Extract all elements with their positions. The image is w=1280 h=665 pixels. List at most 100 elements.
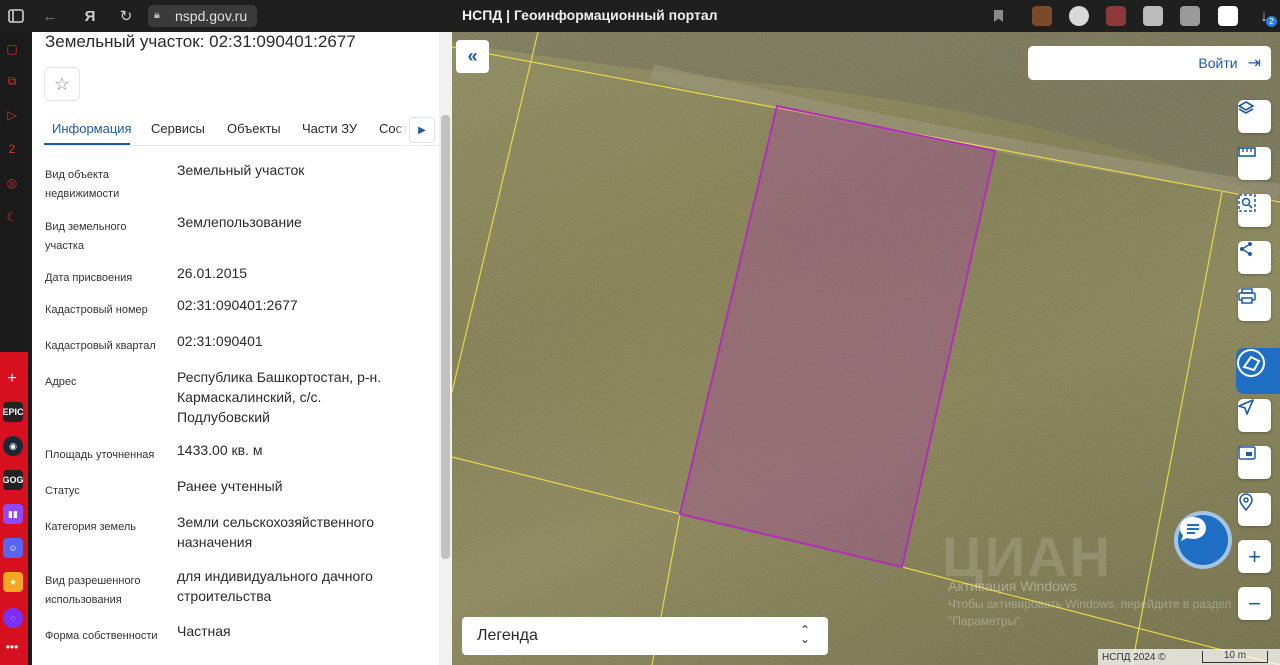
more-icon[interactable]: ••• [3,638,21,656]
alice-icon[interactable]: ◌ [3,608,23,628]
pkk-logo-icon [1237,349,1265,377]
menu-icon[interactable] [6,6,26,26]
tab-parts[interactable]: Части ЗУ [302,121,357,136]
attribute-value: Земли сельскохозяйственного назначения [177,514,375,550]
copyright-label: НСПД 2024 © [1102,651,1166,663]
reload-icon[interactable]: ↻ [116,6,136,26]
extension-icon-6[interactable] [1218,6,1238,26]
attribute-label: Категория земель [45,521,136,533]
ruler-icon [1238,147,1256,157]
extension-icon-2[interactable] [1069,6,1089,26]
browser-sidebar: ▢ ⧉ ▷ 2 ◎ ☾ + EPIC ◉ GOG ▮▮ ☺ ★ ◌ ••• [0,32,28,665]
star-icon: ☆ [53,73,71,94]
twitch-icon[interactable]: ▮▮ [3,504,23,524]
tabs-icon[interactable]: ▢ [3,40,21,58]
page-title: НСПД | Геоинформационный портал [462,7,718,23]
tabs-scroll-right-button[interactable]: ▶ [409,117,435,143]
notes-icon[interactable]: 2 [3,140,21,158]
basemap-icon [1238,446,1256,460]
attribute-value: для индивидуального дачного строительств… [177,568,373,604]
attribute-value: Землепользование [177,214,302,230]
minus-icon: − [1248,590,1261,616]
area-select-button[interactable] [1238,194,1271,227]
map-layer [452,32,1280,665]
video-icon[interactable]: ▷ [3,106,21,124]
lock-icon: 🔒︎ [154,9,160,21]
legend-selector[interactable]: Легенда ⌃ ⌄ [462,617,828,655]
login-button[interactable]: Войти ⇥ [1028,46,1271,80]
attribute-label: Статус [45,485,80,497]
collections-icon[interactable]: ⧉ [3,72,21,90]
find-location-button[interactable] [1238,493,1271,526]
address-url: nspd.gov.ru [175,8,248,24]
attribute-label: Дата присвоения [45,272,133,284]
map-view[interactable]: ЦИАН Активация Windows Чтобы активироват… [452,32,1280,665]
attribute-value: Частная [177,623,231,639]
chat-icon [1180,517,1206,541]
attribute-value: 02:31:090401 [177,333,263,349]
double-chevron-left-icon: « [467,46,478,66]
downloads-icon[interactable]: ↓ 2 [1254,6,1277,27]
ruler-button[interactable] [1238,147,1271,180]
panel-scrollbar-thumb[interactable] [441,115,450,559]
login-label: Войти [1198,55,1238,71]
address-bar[interactable]: 🔒︎ nspd.gov.ru [148,5,257,27]
tab-information[interactable]: Информация [52,121,132,136]
attribute-value: Республика Башкортостан, р-н. Кармаскали… [177,369,382,425]
attribute-label: Площадь уточненная [45,449,155,461]
discord-icon[interactable]: ☺ [3,538,23,558]
layers-icon [1238,101,1254,114]
back-icon[interactable]: ← [40,6,60,26]
collapse-panel-button[interactable]: « [456,40,489,73]
downloads-badge: 2 [1266,16,1277,27]
share-icon [1240,242,1252,256]
plus-icon: + [1248,543,1261,569]
attribute-label: Форма собственности [45,630,158,642]
game-icon[interactable]: ★ [3,572,23,592]
pkk-service-button[interactable] [1236,348,1280,394]
attribute-value: 02:31:090401:2677 [177,297,298,313]
attribute-label: Кадастровый квартал [45,340,156,352]
windows-watermark-settings: "Параметры". [948,614,1024,628]
navigation-arrow-icon [1238,399,1254,415]
gog-icon[interactable]: GOG [3,470,24,490]
attribute-label: Кадастровый номер [45,304,148,316]
login-icon: ⇥ [1247,55,1261,72]
attribute-value: 26.01.2015 [177,265,248,281]
attribute-label: Вид объекта недвижимости [45,169,120,200]
zoom-in-button[interactable]: + [1238,540,1271,573]
favorite-button[interactable]: ☆ [44,67,80,101]
attribute-value: Ранее учтенный [177,478,283,494]
windows-watermark-title: Активация Windows [948,578,1078,594]
night-mode-icon[interactable]: ☾ [3,208,21,226]
info-tabs: Информация Сервисы Объекты Части ЗУ Сост… [44,116,440,146]
extension-icon-4[interactable] [1143,6,1163,26]
map-footer: НСПД 2024 © 10 m [1098,649,1280,665]
attribute-label: Адрес [45,376,77,388]
location-search-icon [1239,493,1253,511]
epic-games-icon[interactable]: EPIC [3,402,24,422]
tab-services[interactable]: Сервисы [151,121,205,136]
extension-icon-5[interactable] [1180,6,1200,26]
chevron-right-icon: ▶ [418,124,426,136]
chevron-up-down-icon: ⌃ ⌄ [799,623,810,646]
print-button[interactable] [1238,288,1271,321]
geolocation-button[interactable] [1238,399,1271,432]
add-app-icon[interactable]: + [3,370,21,388]
zoom-out-button[interactable]: − [1238,587,1271,620]
steam-icon[interactable]: ◉ [3,436,23,456]
camera-icon[interactable]: ◎ [3,174,21,192]
attribute-label: Вид разрешенного использования [45,575,141,606]
layers-button[interactable] [1238,100,1271,133]
attribute-value: 1433.00 кв. м [177,442,263,458]
share-button[interactable] [1238,241,1271,274]
attribute-label: Вид земельного участка [45,221,127,252]
extension-icon-3[interactable] [1106,6,1126,26]
tab-objects[interactable]: Объекты [227,121,281,136]
yandex-logo-icon[interactable]: Я [80,6,100,26]
chat-button[interactable] [1174,511,1232,569]
basemap-button[interactable] [1238,446,1271,479]
extension-icon-1[interactable] [1032,6,1052,26]
legend-label: Легенда [477,627,538,644]
bookmark-icon[interactable] [988,6,1008,26]
